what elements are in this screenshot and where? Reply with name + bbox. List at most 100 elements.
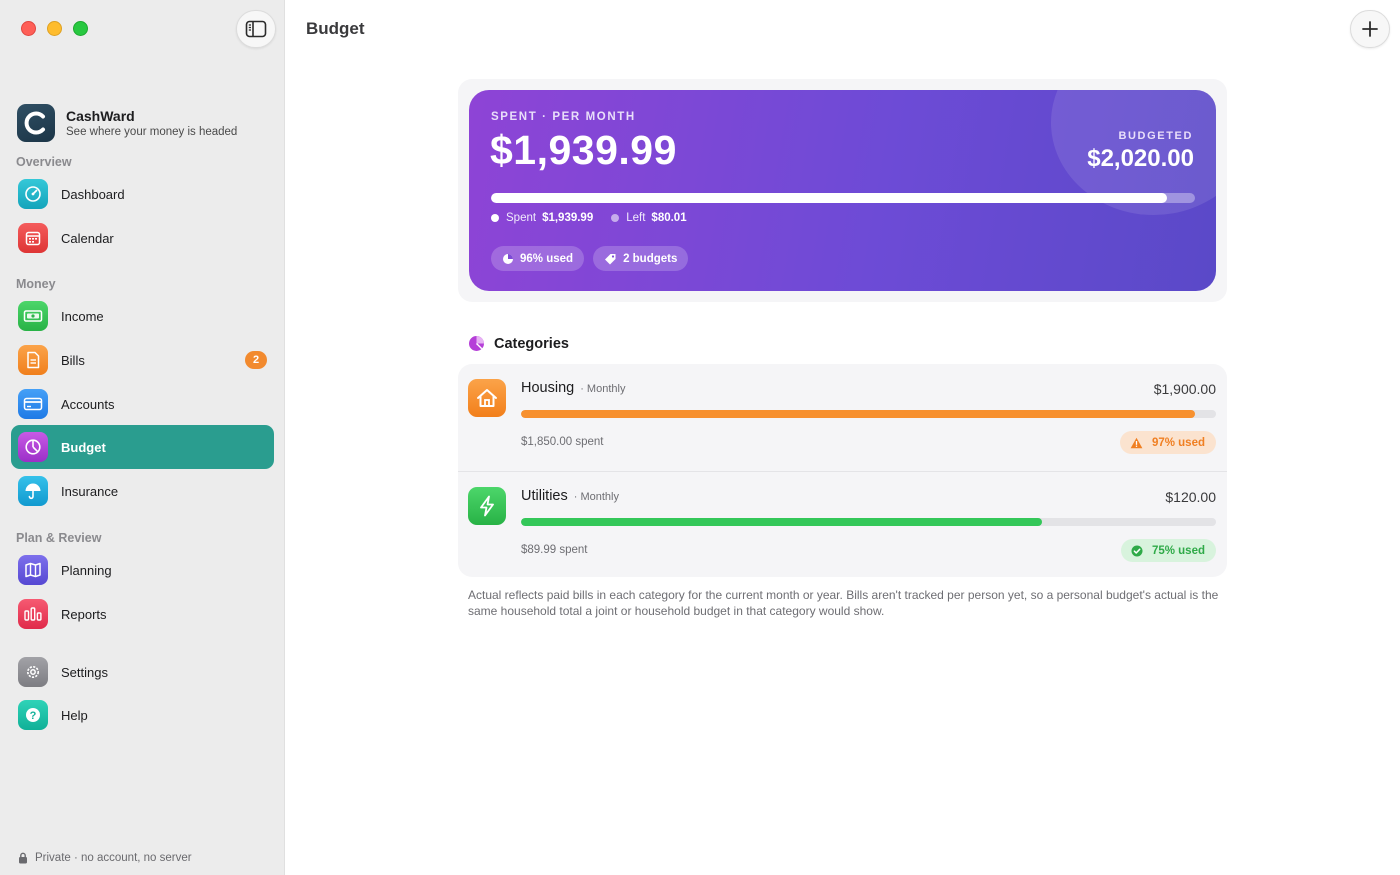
sidebar-item-insurance[interactable]: Insurance (11, 469, 274, 513)
plus-icon (1362, 21, 1378, 37)
sidebar-item-label: Bills (61, 352, 85, 368)
question-icon: ? (18, 700, 48, 730)
legend-spent-label: Spent (506, 212, 537, 224)
summary-progress-fill (491, 193, 1167, 203)
document-icon (18, 345, 48, 375)
category-spent: $1,850.00 spent (521, 436, 604, 448)
sidebar-item-label: Calendar (61, 230, 114, 246)
close-window-button[interactable] (21, 21, 36, 36)
sidebar-item-settings[interactable]: Settings (11, 650, 274, 694)
budget-count-chip: 2 budgets (593, 246, 689, 271)
credit-card-icon (18, 389, 48, 419)
section-plan-review: Plan & Review (16, 531, 102, 545)
tag-icon (605, 253, 616, 264)
sidebar: CashWard See where your money is headed … (0, 0, 285, 875)
gauge-icon (18, 179, 48, 209)
sidebar-item-label: Help (61, 707, 88, 723)
sidebar-item-planning[interactable]: Planning (11, 548, 274, 592)
legend-spent-value: $1,939.99 (542, 212, 594, 224)
sidebar-item-calendar[interactable]: Calendar (11, 216, 274, 260)
sidebar-item-accounts[interactable]: Accounts (11, 382, 274, 426)
budget-footnote: Actual reflects paid bills in each categ… (468, 588, 1219, 618)
category-period: · Monthly (573, 491, 619, 503)
brand: CashWard See where your money is headed (17, 104, 237, 142)
pie-chart-icon (18, 432, 48, 462)
sidebar-item-income[interactable]: Income (11, 294, 274, 338)
page-title: Budget (306, 19, 365, 38)
category-name: Housing · Monthly (521, 380, 626, 396)
add-budget-button[interactable] (1350, 10, 1390, 48)
category-row-utilities[interactable]: Utilities · Monthly $120.00 $89.99 spent … (458, 471, 1227, 577)
sidebar-item-budget[interactable]: Budget (11, 425, 274, 469)
map-icon (18, 555, 48, 585)
summary-chips: 96% used 2 budgets (491, 246, 689, 271)
category-progress-bar (521, 518, 1216, 526)
brand-name: CashWard (66, 108, 135, 124)
sidebar-item-help[interactable]: ? Help (11, 693, 274, 737)
umbrella-icon (18, 476, 48, 506)
bolt-icon (468, 487, 506, 525)
warning-icon (1130, 437, 1143, 448)
gear-icon (18, 657, 48, 687)
spent-period-label: SPENT · PER MONTH (491, 111, 636, 123)
budget-summary-card: SPENT · PER MONTH $1,939.99 BUDGETED $2,… (458, 79, 1227, 302)
spent-legend-dot (491, 214, 499, 222)
budgeted-label: BUDGETED (1118, 130, 1193, 142)
sidebar-item-label: Budget (61, 439, 106, 455)
categories-header: Categories (468, 335, 569, 352)
category-row-housing[interactable]: Housing · Monthly $1,900.00 $1,850.00 spe… (458, 364, 1227, 470)
zoom-window-button[interactable] (73, 21, 88, 36)
spent-amount: $1,939.99 (490, 127, 677, 173)
privacy-text: Private · no account, no server (35, 852, 192, 864)
bills-count-badge: 2 (245, 351, 267, 369)
sidebar-item-label: Settings (61, 664, 108, 680)
svg-text:?: ? (30, 710, 37, 722)
pie-chart-icon (469, 336, 484, 351)
category-period: · Monthly (580, 383, 626, 395)
categories-title: Categories (494, 335, 569, 352)
legend-left-label: Left (626, 212, 646, 224)
category-name: Utilities · Monthly (521, 488, 619, 504)
budgeted-amount: $2,020.00 (1087, 145, 1194, 172)
categories-list: Housing · Monthly $1,900.00 $1,850.00 spe… (458, 364, 1227, 577)
banknote-icon (18, 301, 48, 331)
summary-progress-bar (491, 193, 1195, 203)
category-budget-amount: $1,900.00 (1153, 381, 1216, 397)
brand-tagline: See where your money is headed (66, 126, 238, 138)
privacy-note: Private · no account, no server (18, 852, 192, 864)
sidebar-item-reports[interactable]: Reports (11, 592, 274, 636)
section-money: Money (16, 277, 56, 291)
sidebar-item-dashboard[interactable]: Dashboard (11, 172, 274, 216)
minimize-window-button[interactable] (47, 21, 62, 36)
calendar-icon (18, 223, 48, 253)
sidebar-item-label: Reports (61, 606, 107, 622)
category-usage-badge: 97% used (1119, 431, 1216, 454)
sidebar-icon (245, 20, 267, 38)
window-controls (21, 21, 88, 36)
sidebar-item-bills[interactable]: Bills 2 (11, 338, 274, 382)
house-icon (468, 379, 506, 417)
bar-chart-icon (18, 599, 48, 629)
legend-left-value: $80.01 (651, 212, 687, 224)
category-usage-badge: 75% used (1120, 539, 1216, 562)
budget-summary-banner: SPENT · PER MONTH $1,939.99 BUDGETED $2,… (469, 90, 1216, 291)
pie-chart-icon (503, 253, 513, 264)
category-spent: $89.99 spent (521, 544, 588, 556)
category-progress-fill (521, 518, 1043, 526)
sidebar-item-label: Insurance (61, 483, 119, 499)
section-overview: Overview (16, 155, 72, 169)
sidebar-toggle-button[interactable] (236, 10, 276, 48)
checkmark-circle-icon (1131, 545, 1143, 556)
cashward-logo-icon (17, 104, 55, 142)
category-progress-fill (521, 410, 1196, 418)
sidebar-item-label: Income (61, 308, 104, 324)
sidebar-item-label: Planning (61, 562, 112, 578)
percent-used-chip: 96% used (491, 246, 585, 271)
sidebar-item-label: Dashboard (61, 186, 125, 202)
category-budget-amount: $120.00 (1165, 489, 1216, 505)
summary-legend: Spent $1,939.99 Left $80.01 (491, 212, 687, 224)
left-legend-dot (611, 214, 620, 222)
sidebar-item-label: Accounts (61, 396, 115, 412)
category-progress-bar (521, 410, 1216, 418)
lock-icon (19, 852, 27, 864)
